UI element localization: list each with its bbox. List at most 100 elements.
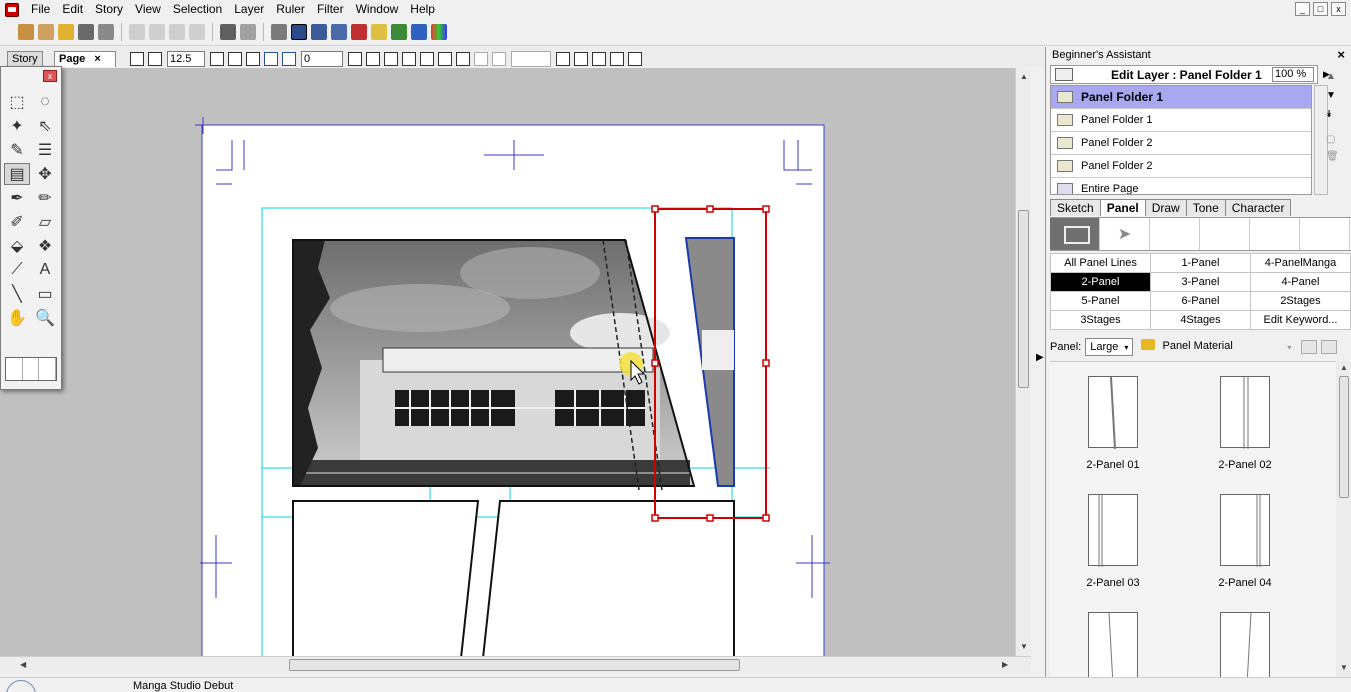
tab-story[interactable]: Story [7, 51, 43, 67]
save-icon[interactable] [78, 24, 94, 40]
rotate-right-icon[interactable] [282, 52, 296, 66]
tab-page[interactable]: Page × [54, 51, 116, 67]
canvas-horizontal-scrollbar[interactable]: ◀ ▶ [0, 656, 1031, 673]
zoom-select[interactable]: 100 % [1272, 67, 1314, 82]
scroll-right-icon[interactable]: ▶ [1002, 660, 1008, 669]
chevron-down-icon[interactable]: ▾ [1287, 343, 1291, 352]
category-5-panel[interactable]: 5-Panel [1050, 291, 1151, 311]
color-icon[interactable] [431, 24, 447, 40]
new-page-icon[interactable] [38, 24, 54, 40]
pen-icon[interactable]: ✒ [4, 187, 30, 209]
undo-icon[interactable] [220, 24, 236, 40]
thumbnail-item[interactable] [1054, 598, 1164, 677]
rectangle-icon[interactable]: ▭ [32, 283, 58, 305]
tab-character[interactable]: Character [1224, 199, 1292, 216]
category-4-panel-manga[interactable]: 4-PanelManga [1250, 253, 1351, 273]
menu-story[interactable]: Story [89, 0, 129, 19]
move-bottom-icon[interactable]: ⯯ [1326, 109, 1348, 120]
lasso-icon[interactable]: ◌ [32, 91, 58, 113]
new-layer-icon[interactable]: ▢ [1326, 134, 1348, 145]
fit-icon[interactable] [384, 52, 398, 66]
delete-layer-icon[interactable]: 🗑 [1326, 151, 1348, 162]
menu-window[interactable]: Window [350, 0, 405, 19]
hand-icon[interactable]: ✋ [4, 307, 30, 329]
category-4-panel[interactable]: 4-Panel [1250, 272, 1351, 292]
hash-grid-2-icon[interactable] [610, 52, 624, 66]
select-pen-icon[interactable]: ✎ [4, 139, 30, 161]
fill-icon[interactable]: ⬙ [4, 235, 30, 257]
zoom-icon[interactable]: 🔍 [32, 307, 58, 329]
tools-close-button[interactable]: x [43, 70, 57, 82]
scrollbar-thumb[interactable] [1018, 210, 1029, 388]
perspective-icon[interactable] [420, 52, 434, 66]
menu-help[interactable]: Help [404, 0, 441, 19]
color-swatch[interactable] [39, 358, 57, 380]
thumbnail-item[interactable]: 2-Panel 04 [1186, 480, 1296, 590]
category-4-stages[interactable]: 4Stages [1150, 310, 1251, 330]
free-transform-icon[interactable] [438, 52, 452, 66]
category-3-panel[interactable]: 3-Panel [1150, 272, 1251, 292]
menu-selection[interactable]: Selection [167, 0, 228, 19]
scroll-down-icon[interactable]: ▼ [1340, 663, 1348, 672]
paste-icon[interactable] [169, 24, 185, 40]
pencil-icon[interactable]: ✏ [32, 187, 58, 209]
move-up-icon[interactable]: ▲ [1326, 71, 1348, 82]
rotate-left-icon[interactable] [264, 52, 278, 66]
new-story-icon[interactable] [18, 24, 34, 40]
scroll-down-icon[interactable]: ▼ [1020, 642, 1028, 651]
layer-item[interactable]: Panel Folder 2 [1051, 155, 1311, 178]
tab-tone[interactable]: Tone [1185, 199, 1226, 216]
thumbnail-item[interactable]: 2-Panel 01 [1054, 362, 1164, 472]
grid-icon[interactable] [411, 24, 427, 40]
canvas-area[interactable] [0, 68, 1031, 656]
panel-border-icon[interactable] [130, 52, 144, 66]
scrollbar-thumb[interactable] [1339, 376, 1349, 498]
close-window-button[interactable]: x [1331, 2, 1346, 16]
clear-icon[interactable] [189, 24, 205, 40]
pointer-mode-icon[interactable]: ➤ [1100, 218, 1150, 250]
magic-wand-icon[interactable]: ✦ [4, 115, 30, 137]
cut-panel-icon[interactable] [228, 52, 242, 66]
size-select[interactable]: Large ▾ [1085, 338, 1134, 356]
flip-horizontal-icon[interactable] [348, 52, 362, 66]
more-options-icon[interactable] [628, 52, 642, 66]
panel-ruler-icon[interactable]: ☰ [32, 139, 58, 161]
move-down-icon[interactable]: ▼ [1326, 90, 1348, 101]
stroke-width-input[interactable]: 12.5 [167, 51, 205, 67]
marker-icon[interactable]: ✐ [4, 211, 30, 233]
color-palette[interactable] [5, 357, 57, 381]
hash-grid-icon[interactable] [592, 52, 606, 66]
menu-view[interactable]: View [129, 0, 167, 19]
panel-tool-icon[interactable]: ▤ [4, 163, 30, 185]
panel-fill-icon[interactable] [148, 52, 162, 66]
triangle-icon[interactable] [574, 52, 588, 66]
thumbnail-item[interactable]: 2-Panel 02 [1186, 362, 1296, 472]
minimize-button[interactable]: _ [1295, 2, 1310, 16]
layer-item[interactable]: Entire Page [1051, 178, 1311, 194]
material-view-icon[interactable] [1301, 340, 1318, 354]
ruler-icon[interactable] [556, 52, 570, 66]
panel-close-icon[interactable]: × [1337, 47, 1345, 62]
tone-scraper-icon[interactable]: ⟋ [4, 259, 30, 281]
scroll-up-icon[interactable]: ▲ [1020, 72, 1028, 81]
manga-page-canvas[interactable] [0, 68, 1015, 656]
app-icon[interactable] [5, 2, 19, 17]
category-3-stages[interactable]: 3Stages [1050, 310, 1151, 330]
layer-item[interactable]: Panel Folder 2 [1051, 132, 1311, 155]
menu-edit[interactable]: Edit [56, 0, 89, 19]
move-icon[interactable]: ✥ [32, 163, 58, 185]
scrollbar-thumb[interactable] [289, 659, 740, 671]
transform-icon[interactable] [402, 52, 416, 66]
tab-panel[interactable]: Panel [1099, 199, 1146, 216]
pattern-brush-icon[interactable]: ❖ [32, 235, 58, 257]
corner-icon[interactable] [210, 52, 224, 66]
color-swatch[interactable] [23, 358, 40, 380]
tone-icon[interactable] [391, 24, 407, 40]
rotation-input[interactable]: 0 [301, 51, 343, 67]
redo-icon[interactable] [240, 24, 256, 40]
selection-area-icon[interactable] [456, 52, 470, 66]
navigator-icon[interactable] [351, 24, 367, 40]
text-icon[interactable]: A [32, 259, 58, 281]
materials-icon[interactable] [371, 24, 387, 40]
layer-item[interactable]: Panel Folder 1 [1051, 109, 1311, 132]
